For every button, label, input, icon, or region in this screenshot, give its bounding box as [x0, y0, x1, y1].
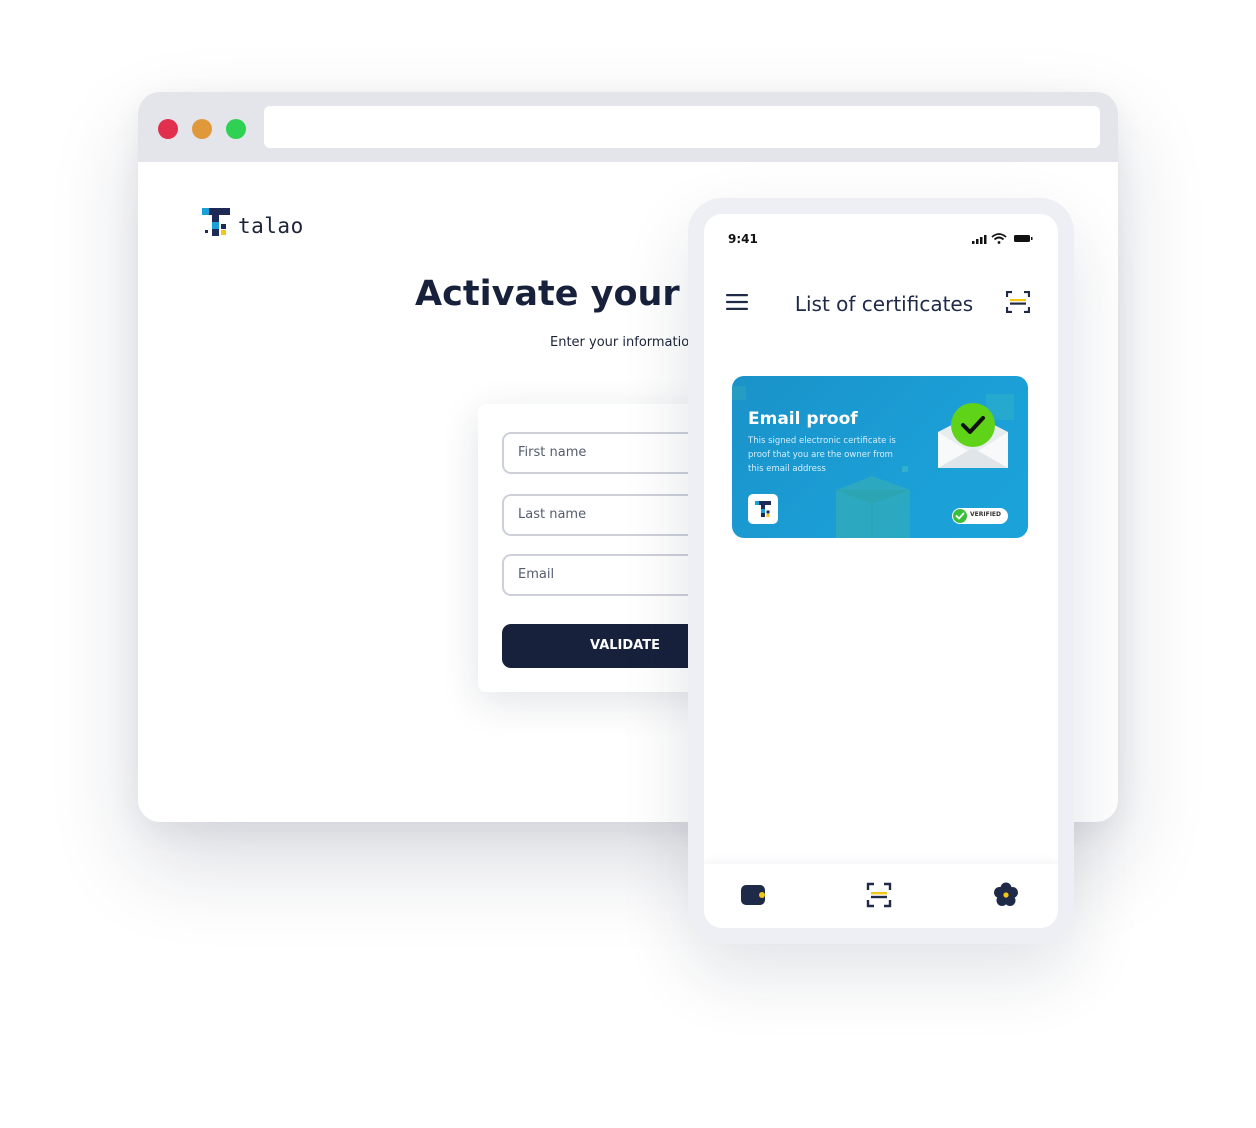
- app-title: List of certificates: [794, 292, 974, 316]
- first-name-placeholder: First name: [518, 445, 587, 460]
- wallet-icon[interactable]: [738, 880, 768, 910]
- maximize-window-button[interactable]: [226, 119, 246, 139]
- certificate-title: Email proof: [748, 409, 858, 429]
- qr-scan-icon[interactable]: [1006, 291, 1030, 313]
- logo-text: talao: [238, 214, 304, 238]
- last-name-placeholder: Last name: [518, 507, 587, 522]
- settings-icon[interactable]: [991, 880, 1021, 910]
- close-window-button[interactable]: [158, 119, 178, 139]
- checkmark-icon: [951, 403, 995, 447]
- wifi-icon: [991, 233, 1007, 244]
- battery-icon: [1014, 235, 1033, 242]
- minimize-window-button[interactable]: [192, 119, 212, 139]
- signal-icon: [972, 235, 987, 244]
- status-time: 9:41: [728, 232, 758, 246]
- certificate-description: This signed electronic certificate is pr…: [748, 436, 896, 474]
- issuer-logo-icon: [748, 494, 778, 524]
- phone-screen: 9:41 List of certificates Email proof Th…: [704, 214, 1058, 928]
- bottom-navigation: [704, 864, 1058, 928]
- talao-logo-icon: [202, 208, 230, 236]
- talao-logo: talao: [202, 208, 322, 240]
- phone-mockup: 9:41 List of certificates Email proof Th…: [688, 198, 1074, 944]
- verified-label: VERIFIED: [970, 511, 1002, 518]
- certificate-card-email-proof[interactable]: Email proof This signed electronic certi…: [732, 376, 1028, 538]
- verified-check-icon: [953, 509, 967, 523]
- email-placeholder: Email: [518, 567, 555, 582]
- status-icons: [972, 233, 1033, 244]
- verified-badge: VERIFIED: [952, 508, 1008, 524]
- browser-toolbar: [138, 92, 1118, 162]
- page-subtitle: Enter your information: [550, 335, 698, 350]
- address-bar[interactable]: [264, 106, 1100, 148]
- scan-icon[interactable]: [864, 880, 894, 910]
